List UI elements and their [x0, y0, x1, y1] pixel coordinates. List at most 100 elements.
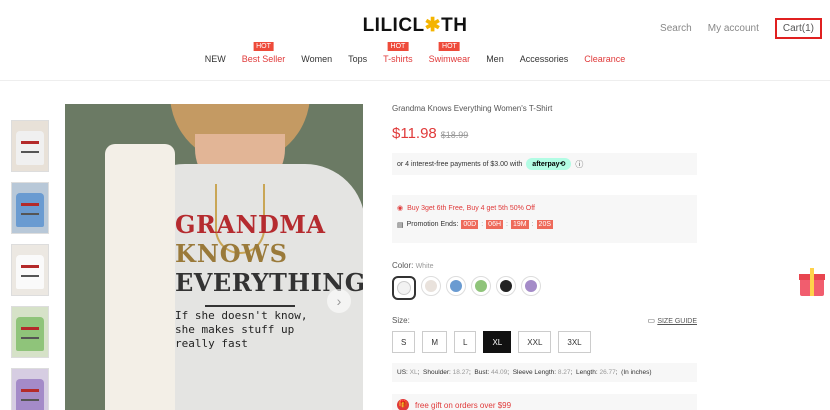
thumbnail-print: [21, 265, 39, 277]
product-thumbnail[interactable]: [11, 120, 49, 172]
size-guide-link[interactable]: ▭ SIZE GUIDE: [648, 316, 697, 325]
product-thumbnail[interactable]: [11, 182, 49, 234]
swatch-black[interactable]: [496, 276, 516, 296]
nav-item-tops[interactable]: Tops: [348, 42, 367, 64]
thumbnail-print: [21, 203, 39, 215]
nav-label: Best Seller: [241, 54, 286, 64]
swatch-dot: [425, 280, 437, 292]
sleeve-value: 8.27: [557, 369, 571, 376]
size-option-xl[interactable]: XL: [483, 331, 512, 353]
swatch-white-alt[interactable]: [421, 276, 441, 296]
unit-note: (In inches): [621, 369, 652, 376]
nav-label: Clearance: [584, 54, 626, 64]
promo-target-icon: ◉: [397, 205, 404, 212]
size-option-xxl[interactable]: XXL: [518, 331, 552, 353]
calendar-icon: ▤: [397, 221, 404, 229]
size-option-s[interactable]: S: [392, 331, 416, 353]
nav-item-clearance[interactable]: Clearance: [584, 42, 625, 64]
swatch-dot: [397, 281, 411, 295]
swatch-green[interactable]: [471, 276, 491, 296]
search-link[interactable]: Search: [660, 23, 692, 34]
nav-label: Women: [301, 54, 333, 64]
print-line-2: KNOWS: [175, 239, 288, 268]
installment-box: or 4 interest-free payments of $3.00 wit…: [392, 153, 697, 175]
size-option-3xl[interactable]: 3XL: [558, 331, 591, 353]
promo-ends-label: Promotion Ends:: [406, 221, 459, 228]
floating-gift-icon[interactable]: [799, 268, 825, 296]
countdown-days: 00D: [461, 220, 479, 229]
nav-item-new[interactable]: NEW: [205, 42, 226, 64]
nav-label: NEW: [204, 54, 226, 64]
length-value: 26.77: [599, 369, 616, 376]
cart-link[interactable]: Cart(1): [774, 18, 822, 39]
countdown-hours: 06H: [486, 220, 504, 229]
swatch-dot: [450, 280, 462, 292]
product-title: Grandma Knows Everything Women's T-Shirt: [392, 104, 553, 113]
size-options: S M L XL XXL 3XL: [392, 331, 697, 353]
swatch-blue[interactable]: [446, 276, 466, 296]
nav-label: Accessories: [519, 54, 569, 64]
color-swatches: [392, 276, 697, 300]
countdown-separator: :: [531, 221, 534, 228]
thumbnail-list: [11, 120, 51, 410]
swatch-white-selected[interactable]: [392, 276, 416, 300]
top-links: Search My account Cart(1): [660, 18, 822, 39]
size-option-m[interactable]: M: [422, 331, 448, 353]
shoulder-label: Shoulder:: [423, 369, 451, 376]
us-value: XL: [409, 369, 418, 376]
size-measurements: US: XL; Shoulder: 18.27; Bust: 44.09; Sl…: [392, 363, 697, 382]
swatch-dot: [525, 280, 537, 292]
size-option-l[interactable]: L: [454, 331, 477, 353]
original-price: $18.99: [440, 130, 469, 140]
gift-ribbon: [810, 268, 814, 296]
next-image-arrow-icon[interactable]: ›: [327, 289, 351, 313]
nav-item-women[interactable]: Women: [301, 42, 332, 64]
color-value: White: [415, 263, 434, 270]
print-small-2: she makes stuff up: [175, 323, 295, 336]
sunflower-icon: ✱: [424, 15, 442, 36]
nav-item-men[interactable]: Men: [486, 42, 504, 64]
header-divider: [0, 80, 830, 81]
countdown-seconds: 20S: [536, 220, 554, 229]
color-label: Color: White: [392, 261, 697, 270]
nav-label: T-shirts: [383, 54, 413, 64]
main-product-image[interactable]: GRANDMA KNOWS EVERYTHING If she doesn't …: [65, 104, 363, 410]
nav-label: Men: [486, 54, 504, 64]
nav-item-accessories[interactable]: Accessories: [520, 42, 569, 64]
logo-text-start: LILICL: [362, 15, 425, 36]
countdown-minutes: 19M: [510, 220, 529, 229]
swatch-dot: [475, 280, 487, 292]
bust-value: 44.09: [491, 369, 508, 376]
info-icon[interactable]: ⓘ: [575, 159, 583, 170]
countdown-separator: :: [506, 221, 508, 228]
us-label: US:: [397, 369, 408, 376]
product-thumbnail[interactable]: [11, 368, 49, 410]
product-thumbnail[interactable]: [11, 244, 49, 296]
installment-text: or 4 interest-free payments of $3.00 wit…: [397, 160, 523, 168]
account-link[interactable]: My account: [708, 23, 759, 34]
nav-item-best-seller[interactable]: HOT Best Seller: [241, 42, 286, 64]
hot-badge: HOT: [439, 42, 460, 51]
nav-item-swimwear[interactable]: HOT Swimwear: [429, 42, 470, 64]
ruler-icon: ▭: [647, 316, 658, 325]
tote-bag: [105, 144, 175, 410]
hot-badge: HOT: [387, 42, 409, 51]
print-line-1: GRANDMA: [175, 210, 326, 239]
nav-item-t-shirts[interactable]: HOT T-shirts: [383, 42, 413, 64]
shirt-print: GRANDMA KNOWS EVERYTHING If she doesn't …: [175, 210, 363, 351]
afterpay-logo[interactable]: afterpay⟲: [526, 158, 572, 170]
logo-text-end: TH: [441, 15, 468, 36]
shoulder-value: 18.27: [452, 369, 469, 376]
swatch-dot: [500, 280, 512, 292]
promotion-box: ◉ Buy 3get 6th Free, Buy 4 get 5th 50% O…: [392, 195, 697, 243]
swatch-purple[interactable]: [521, 276, 541, 296]
price-row: $11.98 $18.99: [392, 125, 697, 142]
promo-text[interactable]: Buy 3get 6th Free, Buy 4 get 5th 50% Off: [407, 205, 535, 212]
length-label: Length:: [575, 369, 598, 376]
hot-badge: HOT: [253, 42, 274, 51]
product-thumbnail[interactable]: [11, 306, 49, 358]
sleeve-label: Sleeve Length:: [512, 369, 557, 376]
thumbnail-print: [21, 327, 39, 339]
size-guide-text: SIZE GUIDE: [657, 318, 697, 325]
free-gift-banner[interactable]: 🎁 free gift on orders over $99: [392, 394, 697, 410]
